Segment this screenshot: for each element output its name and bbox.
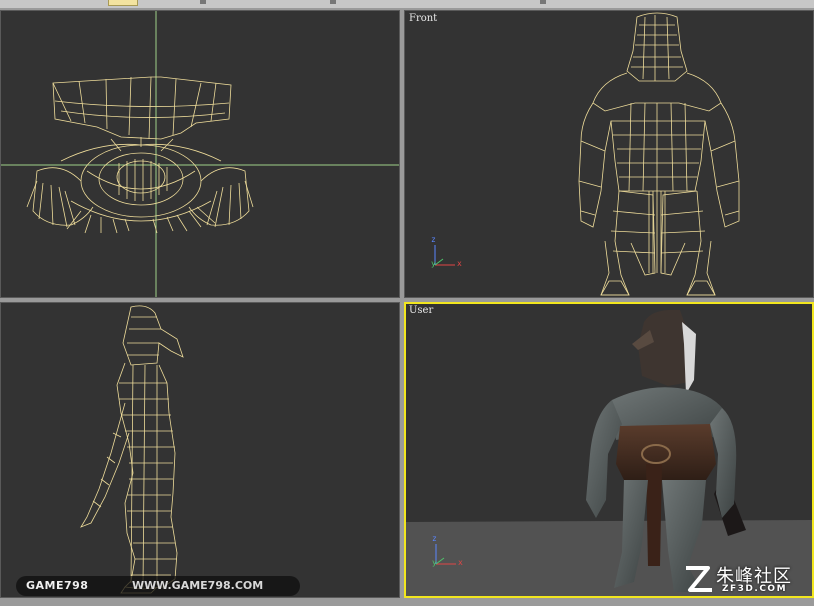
axis-x-label: x [457, 259, 462, 268]
toolbar-active-tab[interactable] [108, 0, 138, 6]
viewport-front[interactable]: Front z y x [404, 10, 814, 298]
toolbar-separator [330, 0, 336, 4]
wireframe-mesh [26, 76, 254, 234]
character-head [638, 309, 692, 386]
viewport-top[interactable] [0, 10, 400, 298]
wireframe-mesh [80, 305, 184, 594]
watermark-game798: GAME798 WWW.GAME798.COM [16, 576, 300, 596]
axis-y-label: y [432, 558, 437, 567]
zf3d-logo-icon [686, 566, 712, 592]
axis-gizmo: z y x [425, 233, 465, 273]
axis-z-label: z [431, 235, 436, 244]
watermark-brand: GAME798 [26, 579, 89, 592]
watermark-url: ZF3D.COM [722, 584, 788, 594]
watermark-zf3d: 朱峰社区 ZF3D.COM [682, 560, 810, 600]
character-belt [616, 424, 716, 480]
character-loincloth [646, 464, 662, 566]
viewport-label: User [409, 305, 434, 316]
top-toolbar-strip [0, 0, 814, 8]
axis-x-label: x [458, 558, 463, 567]
viewport-user[interactable]: User z y x [404, 302, 814, 598]
axis-y-label: y [431, 259, 436, 268]
toolbar-separator [540, 0, 546, 4]
axis-z-label: z [432, 534, 437, 543]
wireframe-front-view [578, 12, 740, 296]
toolbar-separator [200, 0, 206, 4]
viewport-left[interactable] [0, 302, 400, 598]
wireframe-side-view [80, 305, 184, 594]
wireframe-mesh [578, 12, 740, 296]
rendered-character-view [406, 309, 812, 596]
watermark-url: WWW.GAME798.COM [132, 579, 264, 592]
wireframe-top-view [1, 11, 399, 297]
axis-gizmo: z y x [426, 532, 466, 572]
